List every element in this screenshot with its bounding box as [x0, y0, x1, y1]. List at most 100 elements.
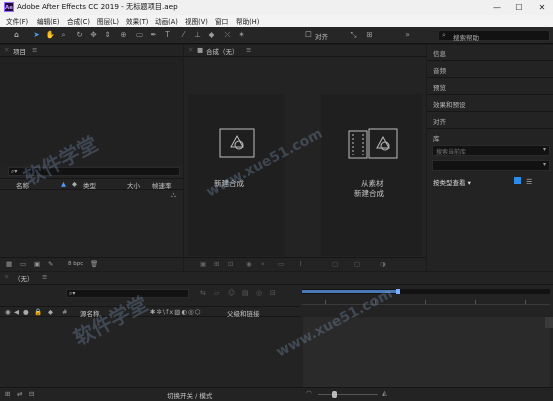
camera-view-icon[interactable]: ▭	[278, 260, 284, 268]
minimize-button[interactable]: —	[486, 0, 508, 15]
menu-animation[interactable]: 动画(A)	[155, 16, 178, 26]
clone-stamp-icon[interactable]: ⊥	[192, 29, 203, 41]
adjust-settings-icon[interactable]: ✎	[48, 260, 53, 268]
menu-window[interactable]: 窗口	[215, 16, 228, 26]
align-panel-tab[interactable]: 对齐	[433, 116, 446, 126]
fast-preview-icon[interactable]: ⌇	[299, 260, 302, 268]
timeline-zoom-slider[interactable]	[318, 394, 378, 395]
label-tag-icon[interactable]: ◆	[72, 180, 77, 188]
column-size[interactable]: 大小	[127, 180, 140, 190]
column-parent-link[interactable]: 父级和链接	[227, 308, 260, 318]
column-framerate[interactable]: 帧速率	[152, 180, 172, 190]
panel-close-icon[interactable]: ✕	[188, 46, 193, 54]
layer-switches-toggle-icon[interactable]: ⊞	[5, 390, 10, 398]
time-navigator[interactable]	[302, 289, 550, 294]
shy-layers-icon[interactable]: ☺	[228, 289, 235, 297]
timeline-zoom-handle[interactable]	[332, 391, 337, 398]
menu-layer[interactable]: 图层(L)	[97, 16, 119, 26]
mask-visibility-icon[interactable]: ⊞	[214, 260, 219, 268]
column-name[interactable]: 名称	[16, 180, 29, 190]
effects-presets-panel-tab[interactable]: 效果和预设	[433, 99, 466, 109]
view-layout-icon[interactable]: ▢	[354, 260, 360, 268]
panel-menu-icon[interactable]: ≡	[32, 46, 37, 54]
snap-edges-icon[interactable]: ⤡	[348, 29, 359, 41]
help-search-field[interactable]: ⌕ 搜索帮助	[438, 30, 550, 42]
rectangle-tool-icon[interactable]: ▭	[134, 29, 145, 41]
timeline-search-field[interactable]: ⌕▾	[66, 289, 189, 298]
snap-grid-icon[interactable]: ⊞	[364, 29, 375, 41]
menu-help[interactable]: 帮助(H)	[236, 16, 259, 26]
always-preview-icon[interactable]: ▣	[200, 260, 206, 268]
snapshot-icon[interactable]: ◉	[246, 260, 252, 268]
menu-effect[interactable]: 效果(T)	[126, 16, 148, 26]
panel-menu-icon[interactable]: ≡	[42, 273, 47, 281]
modes-toggle-icon[interactable]: ⇄	[17, 390, 22, 398]
exposure-icon[interactable]: ◑	[380, 260, 386, 268]
chevron-down-icon[interactable]: ▾	[543, 146, 546, 153]
maximize-button[interactable]: ☐	[508, 0, 530, 15]
pen-tool-icon[interactable]: ✒	[148, 29, 159, 41]
workspace-menu-icon[interactable]: »	[402, 29, 413, 41]
lock-icon[interactable]: 🔒	[34, 308, 42, 316]
in-out-toggle-icon[interactable]: ⊟	[29, 390, 34, 398]
library-select-dropdown[interactable]: ▾	[432, 160, 550, 171]
grid-view-icon[interactable]	[514, 177, 521, 184]
new-folder-icon[interactable]: ▭	[20, 260, 26, 268]
project-search-field[interactable]: ⌕▾	[8, 167, 180, 176]
menu-file[interactable]: 文件(F)	[6, 16, 28, 26]
eraser-tool-icon[interactable]: ◆	[206, 29, 217, 41]
snap-checkbox-icon[interactable]: ☐	[303, 29, 314, 41]
panel-close-icon[interactable]: ✕	[4, 273, 9, 281]
time-navigator-range[interactable]	[302, 290, 398, 293]
frame-blending-icon[interactable]: ▤	[242, 289, 249, 297]
interpret-footage-icon[interactable]: ▦	[6, 260, 12, 268]
close-button[interactable]: ✕	[531, 0, 553, 15]
sort-ascending-icon[interactable]: ▲	[61, 180, 66, 188]
roto-brush-icon[interactable]: ⤫	[222, 29, 233, 41]
3d-view-icon[interactable]: ▢	[332, 260, 338, 268]
timeline-tab-label[interactable]: （无）	[14, 273, 34, 283]
solo-icon[interactable]: ●	[23, 308, 29, 316]
pan-camera-icon[interactable]: ✥	[88, 29, 99, 41]
label-tag-icon[interactable]: ◆	[48, 308, 53, 316]
column-source-name[interactable]: 源名称	[80, 308, 100, 318]
menu-composition[interactable]: 合成(C)	[67, 16, 90, 26]
draft-3d-icon[interactable]: ▱	[214, 289, 219, 297]
info-panel-tab[interactable]: 信息	[433, 48, 446, 58]
trash-icon[interactable]: 🗑	[90, 260, 98, 268]
layer-switches-icons[interactable]: ✱✲\fx▨◐◎⬡	[150, 308, 201, 316]
home-icon[interactable]: ⌂	[11, 29, 22, 41]
hand-tool-icon[interactable]: ✋	[45, 29, 56, 41]
list-view-icon[interactable]: ☰	[526, 178, 532, 186]
libraries-panel-tab[interactable]: 库	[433, 133, 440, 143]
new-composition-icon[interactable]: ▣	[34, 260, 40, 268]
menu-view[interactable]: 视图(V)	[185, 16, 208, 26]
zoom-tool-icon[interactable]: ⌕	[58, 29, 69, 41]
region-of-interest-icon[interactable]: ⊡	[228, 260, 233, 268]
orbit-camera-icon[interactable]: ↻	[74, 29, 85, 41]
comp-flowchart-icon[interactable]: ⇆	[200, 289, 206, 297]
toggle-switches-modes[interactable]: 切换开关 / 模式	[167, 390, 212, 400]
audio-panel-tab[interactable]: 音频	[433, 65, 446, 75]
audio-icon[interactable]: ◀	[14, 308, 19, 316]
selection-tool-icon[interactable]: ➤	[31, 29, 42, 41]
new-composition-tile[interactable]: 新建合成	[188, 94, 285, 256]
timeline-scrollbar[interactable]	[545, 317, 553, 328]
color-depth-label[interactable]: 8 bpc	[68, 261, 83, 267]
column-type[interactable]: 类型	[83, 180, 96, 190]
brush-tool-icon[interactable]: ⁄	[178, 29, 189, 41]
panel-close-icon[interactable]: ✕	[4, 46, 9, 54]
dolly-camera-icon[interactable]: ⇕	[102, 29, 113, 41]
composition-tab-label[interactable]: 合成（无）	[206, 46, 239, 56]
video-visibility-icon[interactable]: ◉	[5, 308, 11, 316]
motion-blur-icon[interactable]: ◎	[256, 289, 262, 297]
graph-editor-icon[interactable]: ⊟	[270, 289, 276, 297]
time-navigator-handle[interactable]	[396, 289, 400, 294]
timeline-track-area[interactable]	[303, 317, 550, 387]
project-flowchart-icon[interactable]: ⛬	[171, 191, 176, 200]
type-tool-icon[interactable]: T	[162, 29, 173, 41]
preview-panel-tab[interactable]: 预览	[433, 82, 446, 92]
pan-behind-icon[interactable]: ⊕	[118, 29, 129, 41]
library-search-field[interactable]: 搜索当前库 ▾	[432, 145, 550, 156]
zoom-out-icon[interactable]: ◠	[306, 389, 312, 397]
